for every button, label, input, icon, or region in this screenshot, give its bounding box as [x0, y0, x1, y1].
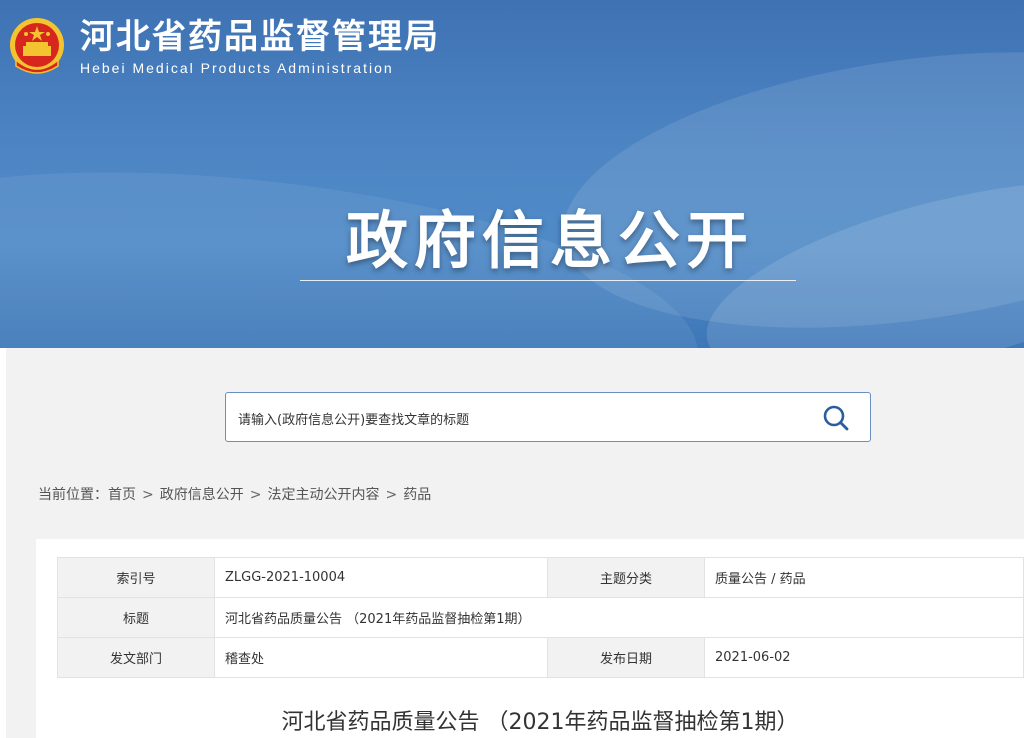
dept-value: 稽查处 [214, 637, 548, 678]
search-icon[interactable] [822, 404, 850, 432]
breadcrumb-statutory[interactable]: 法定主动公开内容 [267, 487, 379, 503]
table-row: 索引号 ZLGG-2021-10004 主题分类 质量公告 / 药品 [57, 557, 1024, 598]
date-label: 发布日期 [547, 637, 705, 678]
search-input[interactable]: 请输入(政府信息公开)要查找文章的标题 [238, 409, 469, 428]
title-label: 标题 [57, 597, 215, 638]
hero-divider [300, 280, 796, 281]
table-row: 标题 河北省药品质量公告 （2021年药品监督抽检第1期） [57, 597, 1024, 638]
dept-label: 发文部门 [57, 637, 215, 678]
search-box[interactable]: 请输入(政府信息公开)要查找文章的标题 [225, 392, 871, 442]
date-value: 2021-06-02 [704, 637, 1024, 678]
topic-label: 主题分类 [547, 557, 705, 598]
topic-value: 质量公告 / 药品 [704, 557, 1024, 598]
breadcrumb-home[interactable]: 首页 [108, 487, 136, 503]
table-row: 发文部门 稽查处 发布日期 2021-06-02 [57, 637, 1024, 678]
article-title: 河北省药品质量公告 （2021年药品监督抽检第1期） [281, 710, 799, 735]
index-value: ZLGG-2021-10004 [214, 557, 548, 598]
hero-title: 政府信息公开 [345, 204, 754, 277]
breadcrumb-drugs[interactable]: 药品 [403, 487, 431, 503]
breadcrumb-separator: > [249, 487, 262, 503]
index-label: 索引号 [57, 557, 215, 598]
breadcrumb-separator: > [142, 487, 154, 503]
header-banner: 河北省药品监督管理局 Hebei Medical Products Admini… [0, 0, 1024, 348]
breadcrumb-separator: > [385, 487, 398, 503]
breadcrumb-prefix: 当前位置： [38, 487, 108, 503]
site-title[interactable]: 河北省药品监督管理局 [80, 14, 440, 60]
title-value: 河北省药品质量公告 （2021年药品监督抽检第1期） [214, 597, 1024, 638]
content-edge [0, 348, 6, 738]
breadcrumb-gov-info[interactable]: 政府信息公开 [160, 487, 244, 503]
site-subtitle: Hebei Medical Products Administration [80, 60, 394, 76]
national-emblem-icon[interactable] [8, 16, 66, 78]
metadata-table: 索引号 ZLGG-2021-10004 主题分类 质量公告 / 药品 标题 河北… [57, 557, 1024, 678]
breadcrumb: 当前位置：首页 > 政府信息公开 > 法定主动公开内容 > 药品 [38, 484, 431, 504]
